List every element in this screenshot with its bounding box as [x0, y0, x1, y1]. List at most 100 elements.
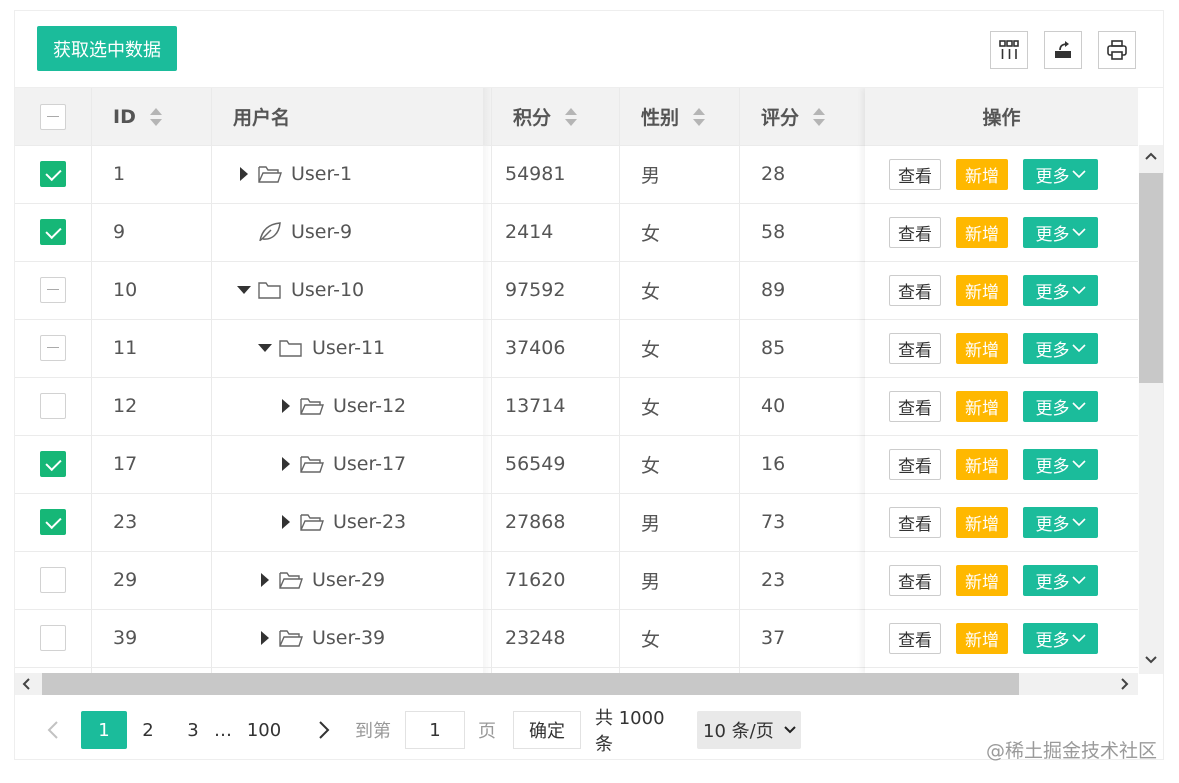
header-rating-label: 评分: [761, 107, 800, 129]
horizontal-scroll-thumb[interactable]: [42, 673, 1019, 695]
add-button[interactable]: 新增: [956, 390, 1008, 422]
column-divider: [491, 88, 492, 674]
more-button[interactable]: 更多: [1023, 448, 1098, 480]
sort-icon[interactable]: [149, 107, 162, 126]
scroll-down-icon[interactable]: [1145, 655, 1157, 665]
caret-right-icon[interactable]: [277, 513, 295, 531]
row-checkbox[interactable]: [40, 625, 66, 651]
header-id[interactable]: ID: [113, 88, 211, 145]
vertical-scroll-thumb[interactable]: [1139, 173, 1163, 383]
add-button[interactable]: 新增: [956, 564, 1008, 596]
page-100-button[interactable]: 100: [243, 711, 285, 749]
page-3-button[interactable]: 3: [181, 711, 205, 749]
more-button[interactable]: 更多: [1023, 332, 1098, 364]
row-checkbox[interactable]: [40, 277, 66, 303]
page-2-button[interactable]: 2: [135, 711, 161, 749]
header-username: 用户名: [233, 88, 491, 145]
caret-down-icon[interactable]: [256, 339, 274, 357]
export-button[interactable]: [1044, 31, 1082, 69]
row-id: 39: [113, 627, 138, 649]
header-gender-label: 性别: [641, 107, 680, 129]
row-checkbox[interactable]: [40, 509, 66, 535]
row-username: User-17: [333, 453, 407, 475]
chevron-down-icon: [1071, 286, 1086, 295]
horizontal-scrollbar[interactable]: [15, 673, 1138, 695]
goto-confirm-button[interactable]: 确定: [513, 711, 581, 749]
page-1-button[interactable]: 1: [81, 711, 127, 749]
row-actions: 查看 新增 更多: [889, 609, 1098, 667]
header-score[interactable]: 积分: [513, 88, 619, 145]
print-button[interactable]: [1098, 31, 1136, 69]
scroll-left-icon[interactable]: [21, 678, 31, 690]
add-button[interactable]: 新增: [956, 332, 1008, 364]
caret-right-icon[interactable]: [235, 165, 253, 183]
row-id: 12: [113, 395, 138, 417]
next-page-button[interactable]: [311, 711, 337, 749]
goto-page-input[interactable]: [405, 711, 465, 749]
row-checkbox[interactable]: [40, 219, 66, 245]
row-select-cell: [15, 377, 91, 435]
row-username-cell: User-29: [256, 551, 385, 609]
caret-right-icon[interactable]: [256, 571, 274, 589]
score-column-shadow: [483, 88, 491, 674]
add-button[interactable]: 新增: [956, 216, 1008, 248]
sort-icon[interactable]: [693, 107, 706, 126]
scroll-right-icon[interactable]: [1120, 678, 1130, 690]
row-checkbox[interactable]: [40, 335, 66, 361]
row-gender: 女: [641, 396, 661, 419]
select-all-checkbox[interactable]: [40, 103, 66, 130]
sort-icon[interactable]: [565, 107, 578, 126]
view-button[interactable]: 查看: [889, 158, 941, 190]
row-gender: 男: [641, 570, 661, 593]
page-size-value: 10 条/页: [703, 721, 774, 742]
row-checkbox[interactable]: [40, 161, 66, 187]
add-button[interactable]: 新增: [956, 448, 1008, 480]
row-id: 17: [113, 453, 138, 475]
row-id: 10: [113, 279, 138, 301]
caret-right-icon[interactable]: [277, 455, 295, 473]
add-button[interactable]: 新增: [956, 506, 1008, 538]
add-button[interactable]: 新增: [956, 622, 1008, 654]
caret-right-icon[interactable]: [256, 629, 274, 647]
chevron-left-icon: [47, 721, 58, 739]
get-selected-data-button[interactable]: 获取选中数据: [37, 26, 177, 71]
row-checkbox[interactable]: [40, 567, 66, 593]
row-score: 37406: [505, 337, 566, 359]
header-gender[interactable]: 性别: [641, 88, 739, 145]
sort-icon[interactable]: [813, 107, 826, 126]
caret-right-icon[interactable]: [277, 397, 295, 415]
caret-down-icon[interactable]: [235, 281, 253, 299]
row-select-cell: [15, 493, 91, 551]
add-button[interactable]: 新增: [956, 274, 1008, 306]
row-gender: 男: [641, 164, 661, 187]
view-button[interactable]: 查看: [889, 274, 941, 306]
more-button[interactable]: 更多: [1023, 390, 1098, 422]
view-button[interactable]: 查看: [889, 390, 941, 422]
row-select-cell: [15, 435, 91, 493]
view-button[interactable]: 查看: [889, 622, 941, 654]
add-button[interactable]: 新增: [956, 158, 1008, 190]
prev-page-button[interactable]: [40, 711, 66, 749]
row-username: User-11: [312, 337, 386, 359]
row-checkbox[interactable]: [40, 451, 66, 477]
more-button[interactable]: 更多: [1023, 622, 1098, 654]
view-button[interactable]: 查看: [889, 216, 941, 248]
view-button[interactable]: 查看: [889, 448, 941, 480]
view-button[interactable]: 查看: [889, 506, 941, 538]
columns-filter-button[interactable]: [990, 31, 1028, 69]
page-size-select[interactable]: 10 条/页: [697, 711, 801, 749]
row-username-cell: User-39: [256, 609, 385, 667]
view-button[interactable]: 查看: [889, 564, 941, 596]
more-button[interactable]: 更多: [1023, 216, 1098, 248]
scroll-up-icon[interactable]: [1145, 151, 1157, 161]
view-button[interactable]: 查看: [889, 332, 941, 364]
header-rating[interactable]: 评分: [761, 88, 865, 145]
vertical-scrollbar[interactable]: [1139, 145, 1163, 674]
print-icon: [1107, 40, 1127, 60]
more-button[interactable]: 更多: [1023, 506, 1098, 538]
row-checkbox[interactable]: [40, 393, 66, 419]
more-button[interactable]: 更多: [1023, 564, 1098, 596]
more-button[interactable]: 更多: [1023, 274, 1098, 306]
row-username-cell: User-10: [235, 261, 364, 319]
more-button[interactable]: 更多: [1023, 158, 1098, 190]
